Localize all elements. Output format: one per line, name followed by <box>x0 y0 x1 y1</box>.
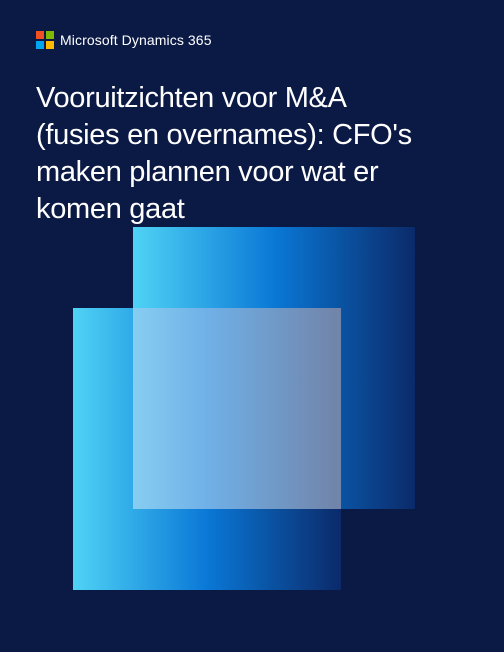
overlap-square <box>133 308 341 509</box>
cover-artwork <box>73 227 415 590</box>
cover-page: Microsoft Dynamics 365 Vooruitzichten vo… <box>0 0 504 652</box>
